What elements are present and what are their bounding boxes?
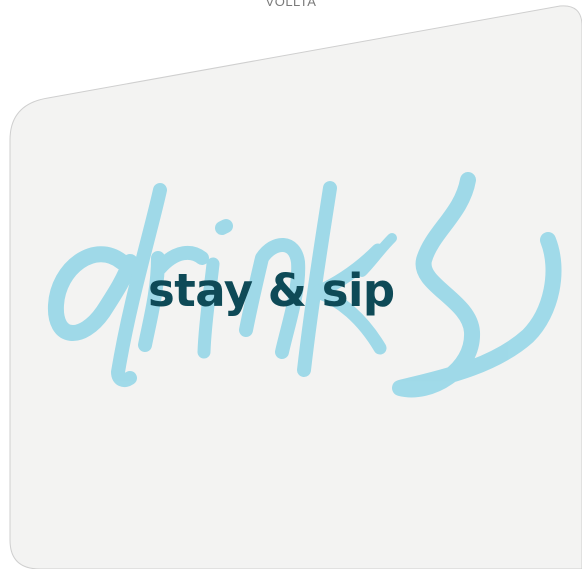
page: VOLLTA stay & sip <box>0 0 582 569</box>
headline: stay & sip <box>148 264 395 317</box>
